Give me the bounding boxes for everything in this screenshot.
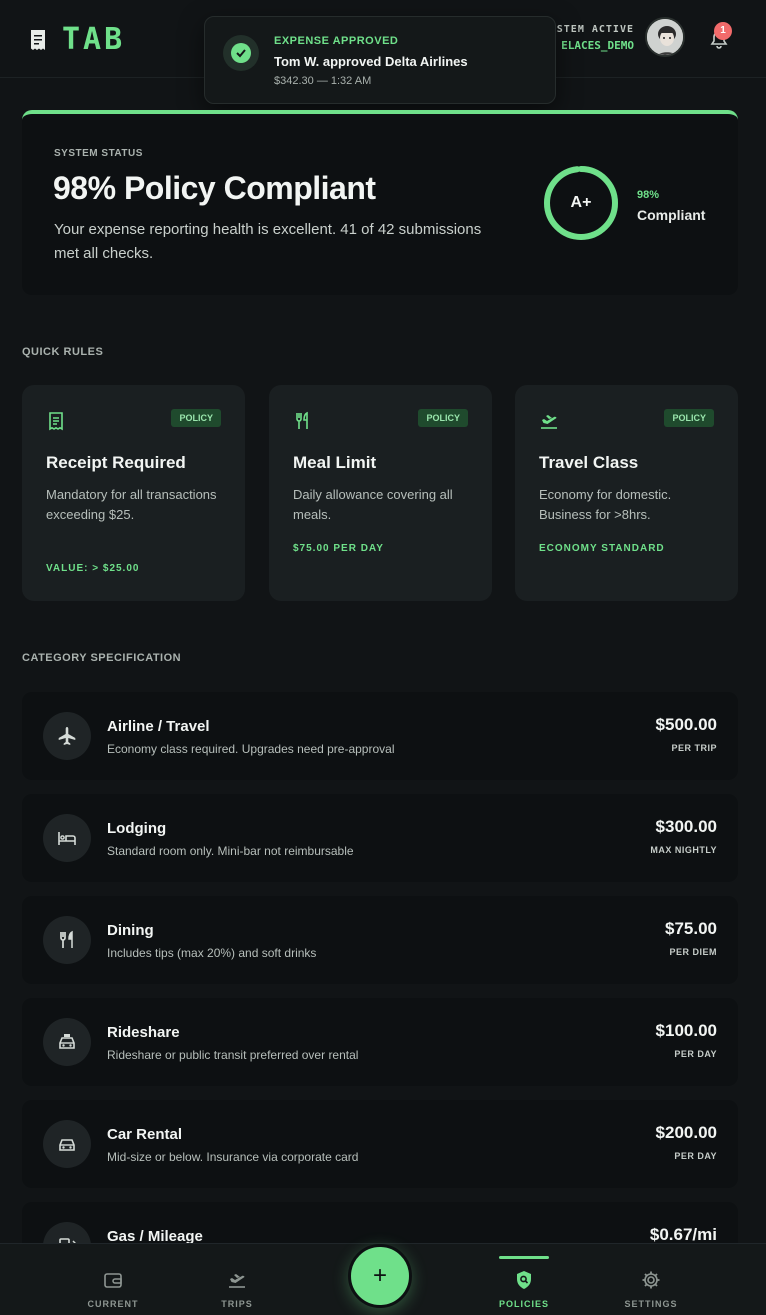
- toast-title: EXPENSE APPROVED: [274, 35, 399, 47]
- system-active-label: SYSTEM ACTIVE: [542, 24, 634, 35]
- category-row-car-rental[interactable]: Car Rental Mid-size or below. Insurance …: [22, 1100, 738, 1188]
- category-row-dining[interactable]: Dining Includes tips (max 20%) and soft …: [22, 896, 738, 984]
- notification-badge: 1: [714, 22, 732, 40]
- rule-value: $75.00 PER DAY: [293, 543, 384, 554]
- category-name: Lodging: [107, 820, 167, 837]
- wallet-icon: [104, 1273, 122, 1288]
- shield-search-icon: [517, 1271, 531, 1289]
- category-unit: PER DAY: [674, 1049, 717, 1059]
- category-row-airline[interactable]: Airline / Travel Economy class required.…: [22, 692, 738, 780]
- rule-description: Economy for domestic. Business for >8hrs…: [539, 487, 672, 522]
- avatar[interactable]: [645, 17, 685, 57]
- category-amount: $75.00: [665, 919, 717, 938]
- nav-label: CURRENT: [87, 1299, 139, 1309]
- toast-message: Tom W. approved Delta Airlines: [274, 54, 468, 69]
- category-name: Airline / Travel: [107, 718, 210, 735]
- car-icon: [43, 1120, 91, 1168]
- rule-title: Travel Class: [539, 453, 639, 472]
- category-unit: MAX NIGHTLY: [650, 845, 717, 855]
- compliance-grade: A+: [570, 194, 592, 211]
- category-amount: $300.00: [655, 817, 717, 836]
- utensils-icon: [43, 916, 91, 964]
- compliance-percent: 98%: [637, 189, 660, 201]
- category-description: Economy class required. Upgrades need pr…: [107, 742, 395, 756]
- nav-item-policies[interactable]: POLICIES: [474, 1244, 574, 1315]
- nav-label: SETTINGS: [624, 1299, 678, 1309]
- quick-rules-heading: QUICK RULES: [22, 346, 104, 358]
- rule-description: Mandatory for all transactions exceeding…: [46, 487, 217, 522]
- nav-item-trips[interactable]: TRIPS: [187, 1244, 287, 1315]
- category-name: Car Rental: [107, 1126, 183, 1143]
- status-description: Your expense reporting health is excelle…: [54, 221, 482, 262]
- rule-title: Receipt Required: [46, 453, 186, 472]
- category-description: Mid-size or below. Insurance via corpora…: [107, 1150, 359, 1164]
- bed-icon: [43, 814, 91, 862]
- rule-value: VALUE: > $25.00: [46, 563, 140, 574]
- brand-name: TAB: [62, 22, 126, 57]
- category-amount: $200.00: [655, 1123, 717, 1142]
- category-unit: PER TRIP: [671, 743, 717, 753]
- nav-item-settings[interactable]: SETTINGS: [601, 1244, 701, 1315]
- receipt-icon: [31, 29, 45, 50]
- compliance-label: Compliant: [637, 207, 706, 223]
- policy-badge: POLICY: [418, 409, 468, 427]
- utensils-icon: [296, 411, 308, 429]
- taxi-icon: [43, 1018, 91, 1066]
- nav-label: POLICIES: [498, 1299, 549, 1309]
- category-amount: $500.00: [655, 715, 717, 734]
- category-amount: $100.00: [655, 1021, 717, 1040]
- rule-value: ECONOMY STANDARD: [539, 543, 665, 554]
- category-description: Standard room only. Mini-bar not reimbur…: [107, 844, 354, 858]
- category-name: Dining: [107, 922, 154, 939]
- approval-toast[interactable]: EXPENSE APPROVED Tom W. approved Delta A…: [204, 16, 556, 104]
- active-indicator: [499, 1256, 549, 1259]
- category-name: Rideshare: [107, 1024, 180, 1041]
- nav-item-current[interactable]: CURRENT: [63, 1244, 163, 1315]
- category-amount: $0.67/mi: [649, 1225, 717, 1244]
- category-row-lodging[interactable]: Lodging Standard room only. Mini-bar not…: [22, 794, 738, 882]
- username: ELACES_DEMO: [561, 39, 634, 52]
- gear-icon: [642, 1271, 660, 1289]
- category-row-rideshare[interactable]: Rideshare Rideshare or public transit pr…: [22, 998, 738, 1086]
- policy-badge: POLICY: [171, 409, 221, 427]
- rule-title: Meal Limit: [293, 453, 377, 472]
- category-description: Rideshare or public transit preferred ov…: [107, 1048, 359, 1062]
- plane-departure-icon: [541, 415, 557, 429]
- toast-subtext: $342.30 — 1:32 AM: [274, 75, 372, 87]
- plane-departure-icon: [229, 1274, 245, 1288]
- rule-description: Daily allowance covering all meals.: [293, 487, 453, 522]
- rule-card-travel-class[interactable]: POLICY Travel Class Economy for domestic…: [515, 385, 738, 601]
- rule-card-receipt[interactable]: POLICY Receipt Required Mandatory for al…: [22, 385, 245, 601]
- brand[interactable]: TAB: [30, 22, 125, 57]
- add-expense-button[interactable]: +: [348, 1244, 412, 1308]
- avatar-image: [647, 19, 683, 55]
- check-circle-icon: [223, 35, 259, 71]
- plane-icon: [43, 712, 91, 760]
- system-status-block: SYSTEM ACTIVE ELACES_DEMO: [543, 24, 634, 52]
- policy-badge: POLICY: [664, 409, 714, 427]
- rule-card-meal[interactable]: POLICY Meal Limit Daily allowance coveri…: [269, 385, 492, 601]
- category-unit: PER DIEM: [669, 947, 717, 957]
- status-title: 98% Policy Compliant: [53, 170, 376, 206]
- category-description: Includes tips (max 20%) and soft drinks: [107, 946, 317, 960]
- status-card: SYSTEM STATUS 98% Policy Compliant Your …: [22, 110, 738, 295]
- category-unit: PER DAY: [674, 1151, 717, 1161]
- receipt-icon: [49, 412, 63, 431]
- category-spec-heading: CATEGORY SPECIFICATION: [22, 652, 182, 664]
- nav-label: TRIPS: [221, 1299, 253, 1309]
- status-eyebrow: SYSTEM STATUS: [54, 148, 143, 159]
